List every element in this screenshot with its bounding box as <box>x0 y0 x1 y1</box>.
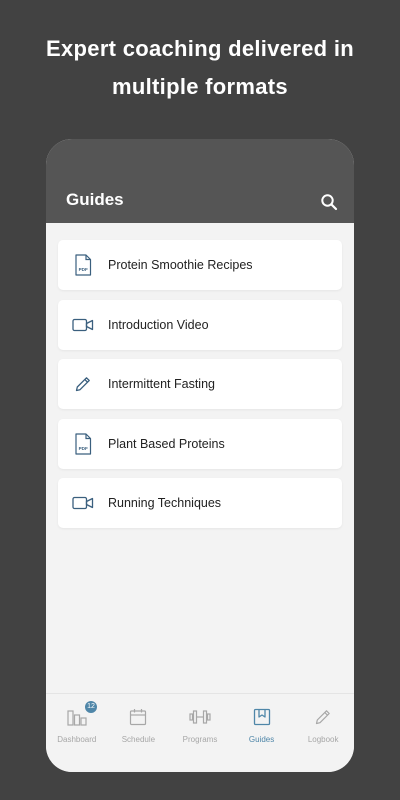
promo-headline-line-2: multiple formats <box>112 74 288 99</box>
tab-logbook[interactable]: Logbook <box>292 694 354 772</box>
guide-item-intermittent-fasting[interactable]: Intermittent Fasting <box>58 359 342 409</box>
guide-label: Intermittent Fasting <box>108 377 215 391</box>
search-icon <box>321 194 338 211</box>
promo-headline-line-1: Expert coaching delivered in <box>46 36 354 61</box>
guide-item-protein-smoothie-recipes[interactable]: PDF Protein Smoothie Recipes <box>58 240 342 290</box>
tab-label: Programs <box>182 735 218 744</box>
dumbbell-icon <box>189 706 211 728</box>
page-title: Guides <box>66 190 124 209</box>
tab-programs[interactable]: Programs <box>169 694 231 772</box>
guide-list: PDF Protein Smoothie Recipes Introductio… <box>58 240 342 538</box>
video-icon <box>58 300 108 350</box>
tab-label: Guides <box>248 735 275 744</box>
pencil-icon <box>312 706 334 728</box>
notification-badge: 12 <box>85 701 97 713</box>
pdf-icon: PDF <box>58 419 108 469</box>
app-header: Guides <box>46 139 354 223</box>
guide-item-introduction-video[interactable]: Introduction Video <box>58 299 342 350</box>
bottom-tab-bar: 12 Dashboard Schedule Programs Guides Lo… <box>46 693 354 772</box>
tab-dashboard[interactable]: 12 Dashboard <box>46 694 108 772</box>
guide-item-plant-based-proteins[interactable]: PDF Plant Based Proteins <box>58 418 342 469</box>
tab-schedule[interactable]: Schedule <box>108 694 170 772</box>
tab-guides[interactable]: Guides <box>231 694 293 772</box>
guide-label: Introduction Video <box>108 317 209 332</box>
tab-label: Dashboard <box>57 735 97 744</box>
search-button[interactable] <box>318 191 340 213</box>
promo-headline: Expert coaching delivered in multiple fo… <box>0 30 400 106</box>
bookmark-icon <box>251 706 273 728</box>
guide-label: Running Techniques <box>108 496 222 510</box>
svg-text:PDF: PDF <box>79 267 88 272</box>
calendar-icon <box>127 706 149 728</box>
tab-label: Logbook <box>307 735 339 744</box>
phone-screen: Guides PDF Protein Smoothie Recipes Intr… <box>46 139 354 772</box>
guide-label: Plant Based Proteins <box>108 436 225 451</box>
guide-item-running-techniques[interactable]: Running Techniques <box>58 478 342 528</box>
svg-text:PDF: PDF <box>79 446 88 451</box>
pencil-icon <box>58 359 108 409</box>
pdf-icon: PDF <box>58 240 108 290</box>
video-icon <box>58 478 108 528</box>
tab-label: Schedule <box>121 735 156 744</box>
guide-label: Protein Smoothie Recipes <box>108 258 253 272</box>
